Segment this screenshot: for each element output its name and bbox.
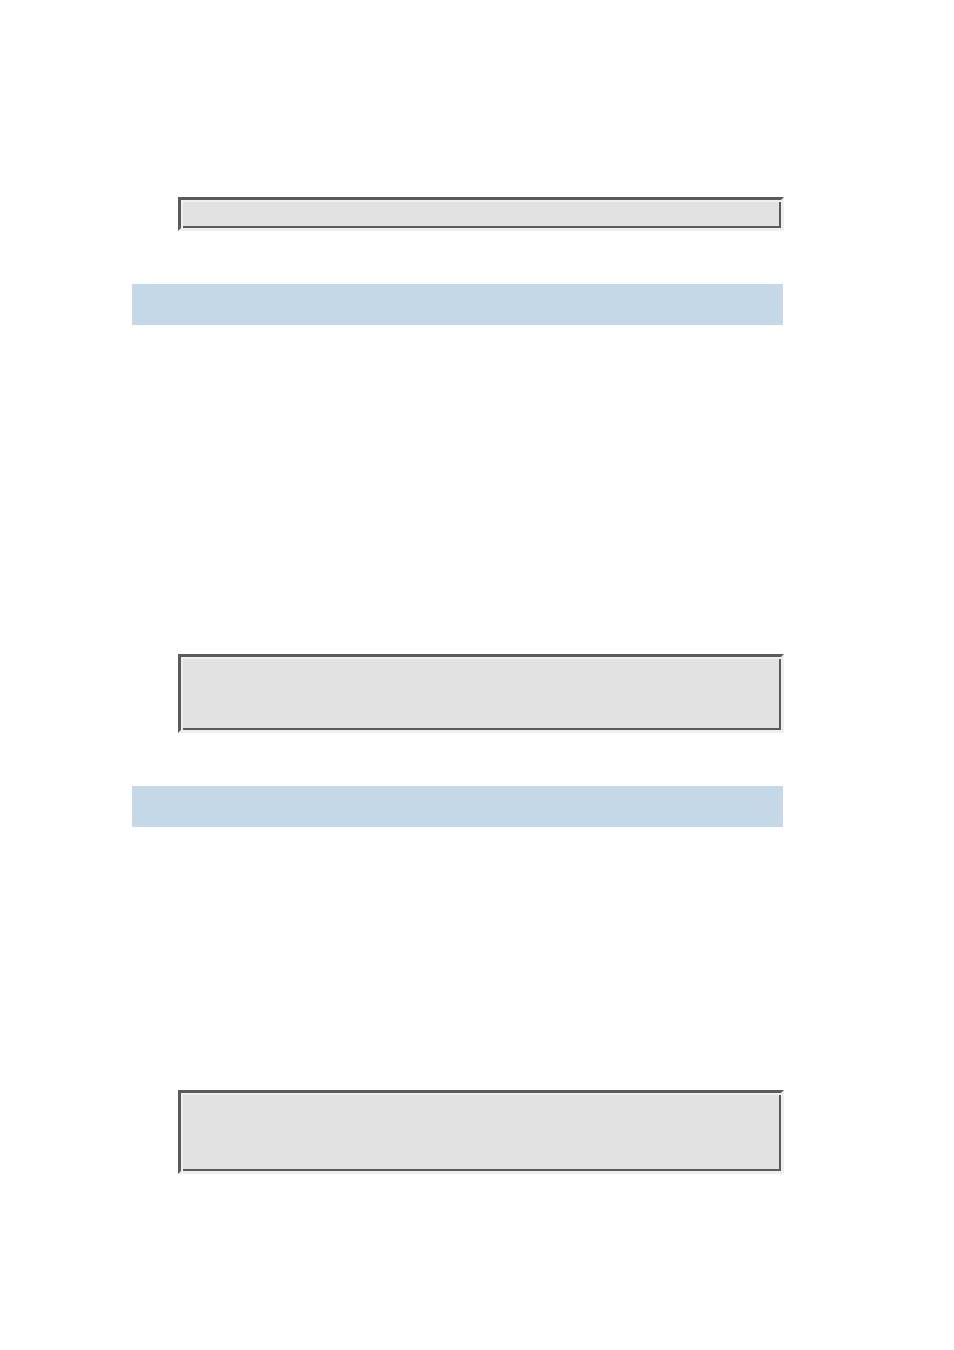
inset-panel-3 [178,1090,784,1174]
inset-panel-1 [178,197,784,231]
highlight-bar-1 [132,284,783,325]
inset-panel-2 [178,654,784,733]
page [0,0,954,1350]
highlight-bar-2 [132,786,783,827]
